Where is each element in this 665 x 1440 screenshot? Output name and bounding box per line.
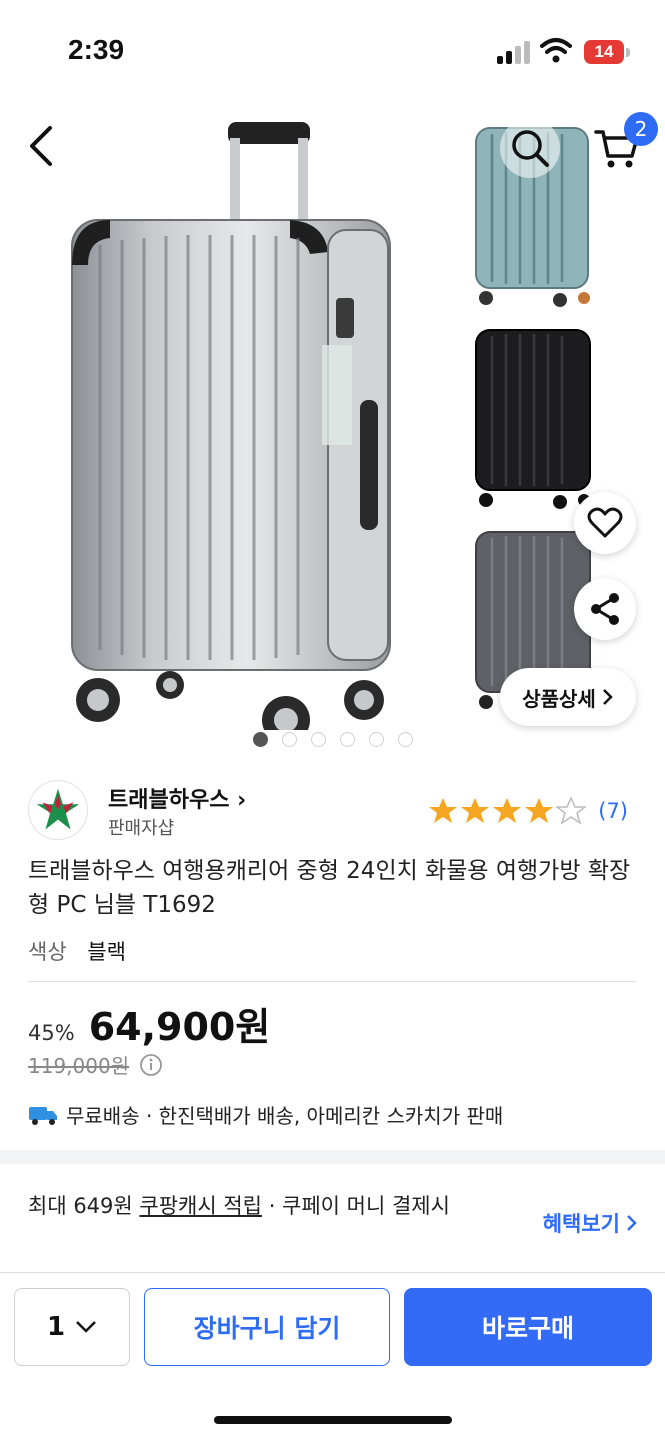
seller-logo [28,780,88,840]
thumbnail-black[interactable] [466,322,596,512]
battery-icon: 14 [584,40,630,64]
discount-rate: 45% [28,1021,75,1045]
cash-reward-text: 최대 649원 쿠팡캐시 적립 · 쿠페이 머니 결제시 [28,1190,488,1222]
free-shipping-label: 무료배송 [66,1104,140,1128]
option-label: 색상 [28,940,67,964]
quantity-selector[interactable]: 1 [14,1288,130,1366]
status-time: 2:39 [68,34,125,65]
chevron-right-icon: › [237,788,247,813]
product-detail-button[interactable]: 상품상세 [500,668,636,726]
share-button[interactable] [574,578,636,640]
view-benefits-link[interactable]: 혜택보기 [543,1208,638,1238]
star-empty-icon [556,796,587,825]
pagination-dot[interactable] [282,732,297,747]
main-product-image[interactable] [60,120,400,730]
search-button[interactable] [500,118,560,178]
chevron-right-icon [602,689,613,705]
pagination-dot[interactable] [398,732,413,747]
shipping-detail: · 한진택배가 배송, 아메리칸 스카치가 판매 [139,1104,504,1128]
product-detail-label: 상품상세 [522,686,596,711]
divider [28,981,636,982]
seller-shop-label: 판매자샵 [108,818,175,839]
cart-count-badge: 2 [624,112,658,146]
seller-name-link[interactable]: 트래블하우스 › [108,782,246,814]
star-filled-icon [429,798,458,823]
view-benefits-label: 혜택보기 [542,1212,620,1236]
status-bar: 2:39 14 [0,0,665,100]
wifi-icon [540,38,572,63]
option-value: 블랙 [87,940,126,964]
section-separator [0,1150,665,1164]
product-title: 트래블하우스 여행용캐리어 중형 24인치 화물용 여행가방 확장형 PC 님블… [28,858,631,918]
rating[interactable]: (7) [428,796,628,826]
bottom-bar-divider [0,1272,665,1273]
share-icon [591,593,619,625]
home-indicator[interactable] [214,1416,452,1424]
back-icon[interactable] [20,122,64,170]
battery-level: 14 [584,40,624,64]
wishlist-button[interactable] [574,492,636,554]
pagination-dot[interactable] [369,732,384,747]
info-icon[interactable] [139,1053,163,1077]
gallery-pagination[interactable] [253,732,413,747]
search-icon [512,130,549,167]
price-row: 45% 64,900원 [28,996,270,1051]
truck-icon [29,1106,57,1125]
chevron-down-icon [76,1321,96,1333]
quantity-value: 1 [46,1312,66,1342]
sale-price: 64,900원 [88,1005,271,1049]
star-filled-icon [493,798,522,823]
seller-info[interactable]: 트래블하우스 › 판매자샵 (7) [28,778,638,842]
star-filled-icon [461,798,490,823]
product-gallery[interactable]: 2 상품상세 [0,100,665,760]
cash-reward-row[interactable]: 최대 649원 쿠팡캐시 적립 · 쿠페이 머니 결제시 혜택보기 [28,1190,638,1254]
pagination-dot[interactable] [311,732,326,747]
star-filled-icon [525,798,554,823]
seller-name: 트래블하우스 [108,788,230,813]
heart-icon [587,507,623,538]
cash-link[interactable]: 쿠팡캐시 적립 [139,1194,262,1218]
cash-suffix: · 쿠페이 머니 결제시 [262,1194,450,1218]
pagination-dot[interactable] [340,732,355,747]
cash-prefix: 최대 649원 [28,1194,140,1218]
option-selector[interactable]: 색상 블랙 [28,936,126,966]
chevron-right-icon [627,1215,637,1231]
original-price: 119,000원 [28,1054,130,1078]
review-count[interactable]: (7) [598,799,628,823]
pagination-dot[interactable] [253,732,268,747]
shipping-info: 무료배송 · 한진택배가 배송, 아메리칸 스카치가 판매 [28,1100,503,1129]
original-price-row: 119,000원 [28,1050,163,1079]
buy-now-button[interactable]: 바로구매 [404,1288,652,1366]
signal-icon [497,40,533,64]
add-to-cart-button[interactable]: 장바구니 담기 [144,1288,390,1366]
